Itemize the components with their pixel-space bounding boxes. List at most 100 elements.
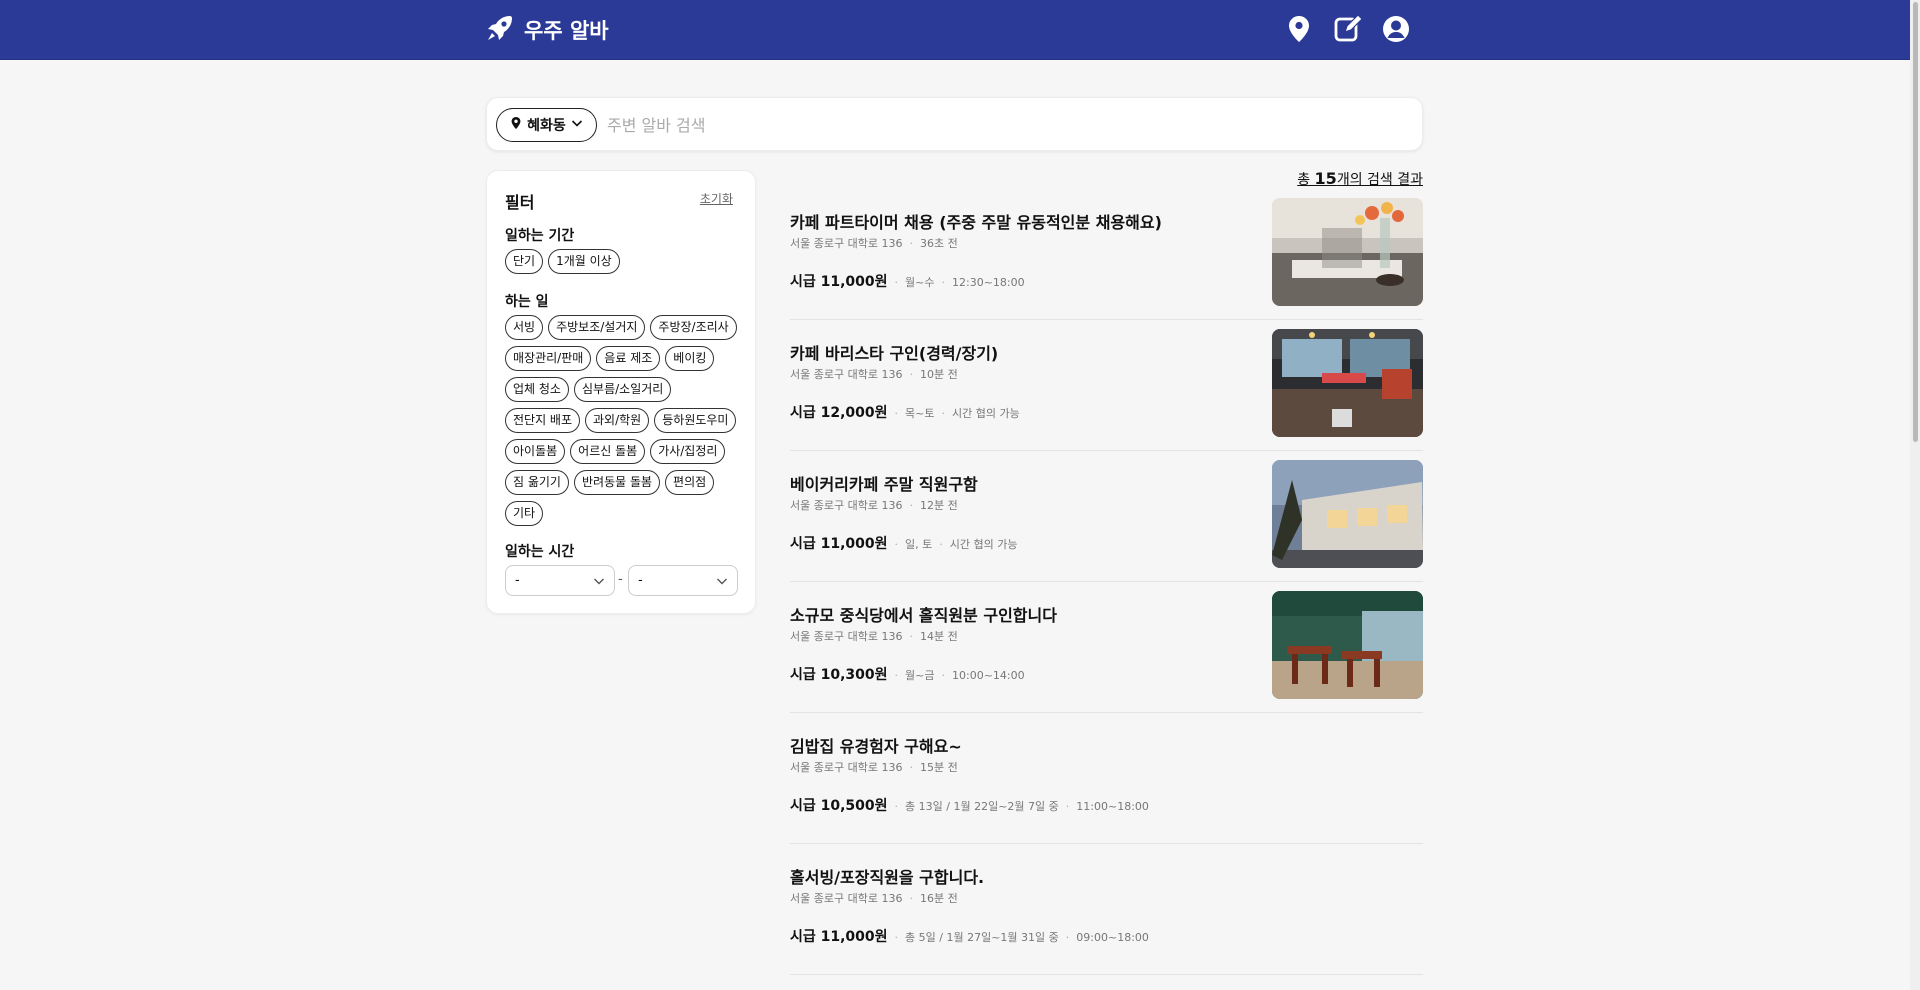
- chip-work[interactable]: 전단지 배포: [505, 408, 581, 433]
- work-time-label: 일하는 시간: [505, 544, 575, 560]
- job-meta: 서울 종로구 대학로 136 · 15분 전: [790, 761, 958, 774]
- job-title: 카페 파트타이머 채용 (주중 주말 유동적인분 채용해요): [790, 213, 1162, 232]
- job-details: 시급 11,000원 · 일, 토 · 시간 협의 가능: [790, 533, 1018, 553]
- result-count[interactable]: 총 15개의 검색 결과: [1297, 169, 1423, 189]
- job-time-ago: 16분 전: [919, 892, 958, 905]
- result-prefix: 총: [1297, 172, 1315, 188]
- job-wage: 시급 11,000원: [790, 274, 888, 290]
- job-time-ago: 15분 전: [919, 761, 958, 774]
- end-time-select[interactable]: -: [628, 565, 738, 596]
- job-card[interactable]: 카페 파트타이머 채용 (주중 주말 유동적인분 채용해요) 서울 종로구 대학…: [790, 189, 1423, 320]
- job-title: 소규모 중식당에서 홀직원분 구인합니다: [790, 606, 1057, 625]
- chip-work[interactable]: 짐 옮기기: [505, 470, 569, 495]
- job-details: 시급 11,000원 · 총 5일 / 1월 27일~1월 31일 중 · 09:00~…: [790, 926, 1149, 946]
- job-address: 서울 종로구 대학로 136: [790, 368, 903, 381]
- work-type-label: 하는 일: [505, 294, 549, 310]
- job-wage: 시급 10,300원: [790, 667, 888, 683]
- job-days: 목~토: [905, 407, 935, 420]
- period-chips: 단기 1개월 이상: [505, 249, 745, 274]
- chip-work[interactable]: 업체 청소: [505, 377, 569, 402]
- job-details: 시급 10,300원 · 월~금 · 10:00~14:00: [790, 664, 1025, 684]
- location-select[interactable]: 혜화동: [496, 108, 597, 142]
- chip-work[interactable]: 어르신 돌봄: [570, 439, 646, 464]
- job-address: 서울 종로구 대학로 136: [790, 892, 903, 905]
- job-wage: 시급 11,000원: [790, 536, 888, 552]
- job-photo-restaurant-interior: [1272, 591, 1423, 699]
- job-hours: 10:00~14:00: [952, 669, 1025, 682]
- time-range-dash: -: [618, 572, 623, 587]
- job-days: 총 13일 / 1월 22일~2월 7일 중: [905, 800, 1059, 813]
- job-card[interactable]: 홀서빙/포장직원을 구합니다. 서울 종로구 대학로 136 · 16분 전 시급 …: [790, 844, 1423, 975]
- job-time-ago: 14분 전: [919, 630, 958, 643]
- job-photo-cafe-table: [1272, 198, 1423, 306]
- user-circle-icon[interactable]: [1381, 14, 1411, 44]
- job-days: 월~금: [905, 669, 935, 682]
- app-name: 우주 알바: [524, 19, 609, 43]
- job-address: 서울 종로구 대학로 136: [790, 761, 903, 774]
- job-wage: 시급 10,500원: [790, 798, 888, 814]
- chevron-down-icon: [717, 578, 727, 585]
- period-label: 일하는 기간: [505, 228, 575, 244]
- chip-over-one-month[interactable]: 1개월 이상: [548, 249, 620, 274]
- job-wage: 시급 11,000원: [790, 929, 888, 945]
- filter-reset-button[interactable]: 초기화: [700, 190, 733, 207]
- job-days: 일, 토: [905, 538, 933, 551]
- chip-work[interactable]: 음료 제조: [596, 346, 661, 371]
- chip-work[interactable]: 반려동물 돌봄: [573, 470, 661, 495]
- job-photo-cafe-counter: [1272, 329, 1423, 437]
- search-input[interactable]: [607, 108, 1407, 142]
- brand-logo[interactable]: 우주 알바: [484, 14, 609, 46]
- filter-title: 필터: [505, 193, 535, 212]
- job-details: 시급 12,000원 · 목~토 · 시간 협의 가능: [790, 402, 1020, 422]
- chevron-down-icon: [570, 116, 584, 134]
- job-hours: 09:00~18:00: [1076, 931, 1149, 944]
- chip-work[interactable]: 베이킹: [665, 346, 715, 371]
- job-title: 김밥집 유경험자 구해요~: [790, 737, 962, 756]
- start-time-value: -: [515, 573, 520, 588]
- chip-short-term[interactable]: 단기: [505, 249, 544, 274]
- result-suffix: 개의 검색 결과: [1336, 172, 1423, 188]
- map-pin-icon[interactable]: [1284, 14, 1314, 44]
- chip-work[interactable]: 심부름/소일거리: [573, 377, 672, 402]
- chip-work[interactable]: 편의점: [665, 470, 715, 495]
- job-address: 서울 종로구 대학로 136: [790, 237, 903, 250]
- scrollbar-thumb[interactable]: [1913, 2, 1918, 442]
- work-type-chips: 서빙 주방보조/설거지 주방장/조리사 매장관리/판매 음료 제조 베이킹 업체…: [505, 315, 745, 526]
- job-card[interactable]: 카페 바리스타 구인(경력/장기) 서울 종로구 대학로 136 · 10분 전 시…: [790, 320, 1423, 451]
- edit-icon[interactable]: [1333, 14, 1363, 44]
- start-time-select[interactable]: -: [505, 565, 615, 596]
- job-details: 시급 10,500원 · 총 13일 / 1월 22일~2월 7일 중 · 11:00~…: [790, 795, 1149, 815]
- result-number: 15: [1314, 169, 1337, 188]
- chip-work[interactable]: 등하원도우미: [654, 408, 737, 433]
- job-hours: 시간 협의 가능: [952, 407, 1020, 420]
- chip-work[interactable]: 서빙: [505, 315, 544, 340]
- job-details: 시급 11,000원 · 월~수 · 12:30~18:00: [790, 271, 1025, 291]
- chip-work[interactable]: 과외/학원: [585, 408, 650, 433]
- chip-work[interactable]: 가사/집정리: [650, 439, 726, 464]
- end-time-value: -: [638, 573, 643, 588]
- chip-work[interactable]: 주방장/조리사: [650, 315, 737, 340]
- chip-work[interactable]: 주방보조/설거지: [548, 315, 646, 340]
- job-time-ago: 10분 전: [919, 368, 958, 381]
- job-meta: 서울 종로구 대학로 136 · 10분 전: [790, 368, 958, 381]
- job-wage: 시급 12,000원: [790, 405, 888, 421]
- job-card[interactable]: 베이커리카페 주말 직원구함 서울 종로구 대학로 136 · 12분 전 시급 1…: [790, 451, 1423, 582]
- filter-panel: 필터 초기화 일하는 기간 단기 1개월 이상 하는 일 서빙 주방보조/설거지…: [486, 170, 756, 614]
- location-label: 혜화동: [527, 118, 566, 134]
- job-meta: 서울 종로구 대학로 136 · 14분 전: [790, 630, 958, 643]
- job-hours: 시간 협의 가능: [949, 538, 1018, 551]
- top-navbar: 우주 알바: [0, 0, 1910, 60]
- job-address: 서울 종로구 대학로 136: [790, 499, 903, 512]
- job-card[interactable]: 김밥집 유경험자 구해요~ 서울 종로구 대학로 136 · 15분 전 시급 10…: [790, 713, 1423, 844]
- job-title: 베이커리카페 주말 직원구함: [790, 475, 978, 494]
- chip-work[interactable]: 매장관리/판매: [505, 346, 592, 371]
- job-title: 홀서빙/포장직원을 구합니다.: [790, 868, 985, 887]
- job-card[interactable]: 소규모 중식당에서 홀직원분 구인합니다 서울 종로구 대학로 136 · 14분 …: [790, 582, 1423, 713]
- chip-work[interactable]: 기타: [505, 501, 544, 526]
- job-meta: 서울 종로구 대학로 136 · 12분 전: [790, 499, 958, 512]
- job-meta: 서울 종로구 대학로 136 · 36초 전: [790, 237, 958, 250]
- search-bar: 혜화동: [486, 97, 1423, 151]
- chip-work[interactable]: 아이돌봄: [505, 439, 566, 464]
- job-photo-bakery-building: [1272, 460, 1423, 568]
- chevron-down-icon: [594, 578, 604, 585]
